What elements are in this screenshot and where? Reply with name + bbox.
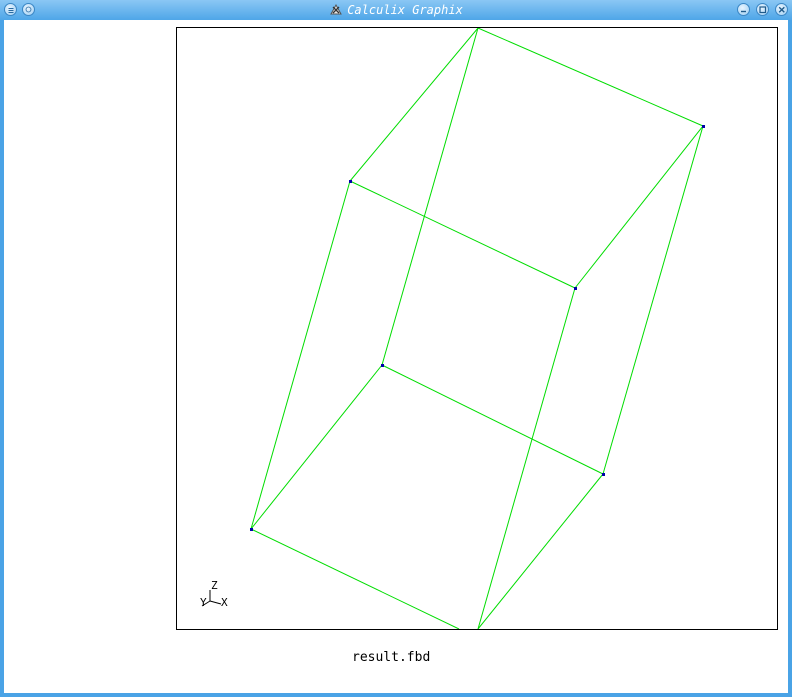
node-point[interactable]: [349, 180, 352, 183]
app-icon: [330, 3, 343, 15]
node-point[interactable]: [250, 528, 253, 531]
client-area: Z Y X result.fbd: [4, 20, 788, 693]
edge: [381, 27, 479, 366]
edge: [477, 27, 704, 127]
edge: [477, 287, 576, 630]
status-filename: result.fbd: [352, 650, 431, 665]
close-icon: [778, 6, 785, 13]
edge: [250, 364, 383, 530]
title-bar[interactable]: Calculix Graphix: [0, 0, 792, 20]
window-title: Calculix Graphix: [347, 3, 463, 17]
edge: [349, 27, 479, 182]
y-axis-label: Y: [200, 596, 207, 609]
node-point[interactable]: [602, 473, 605, 476]
edge: [477, 473, 604, 630]
edge: [349, 180, 576, 289]
edge: [381, 364, 604, 475]
application-window: Calculix Graphix Z Y X result.fbd: [0, 0, 792, 697]
node-point[interactable]: [381, 364, 384, 367]
edge: [574, 125, 704, 289]
z-axis-label: Z: [211, 579, 218, 592]
minimize-button[interactable]: [737, 3, 750, 16]
window-title-area: Calculix Graphix: [0, 2, 792, 18]
minimize-icon: [741, 10, 746, 13]
x-axis-line: [209, 600, 222, 605]
graphics-viewport[interactable]: Z Y X: [176, 27, 778, 630]
edge: [250, 180, 351, 530]
maximize-button[interactable]: [756, 3, 769, 16]
model-canvas[interactable]: Z Y X: [177, 27, 777, 630]
wireframe-nodes: [250, 125, 705, 531]
x-axis-label: X: [221, 596, 228, 609]
node-point[interactable]: [574, 287, 577, 290]
close-button[interactable]: [775, 3, 788, 16]
node-point[interactable]: [702, 125, 705, 128]
wireframe-edges: [250, 27, 704, 630]
edge: [602, 125, 704, 475]
edge: [250, 528, 460, 630]
maximize-icon: [759, 6, 767, 14]
